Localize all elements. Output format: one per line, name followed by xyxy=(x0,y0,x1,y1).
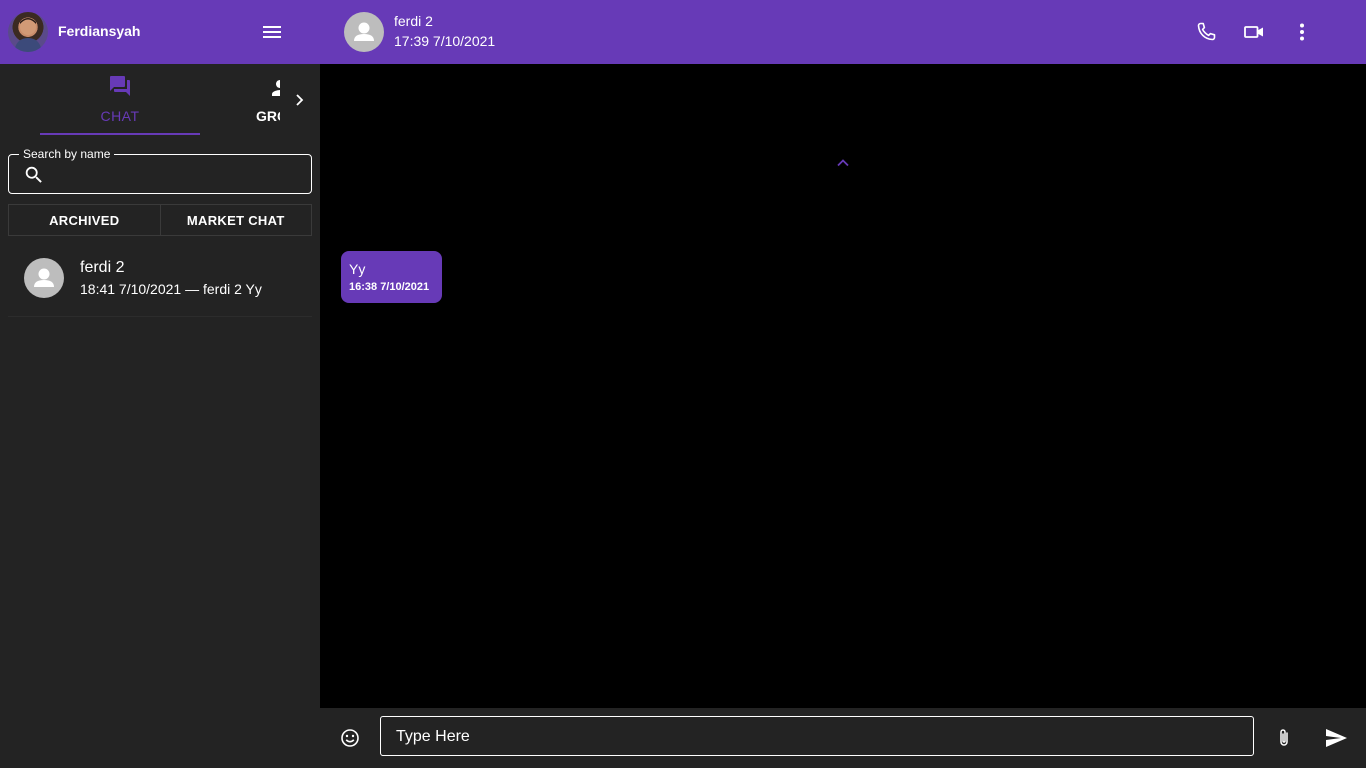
active-tab-indicator xyxy=(40,133,200,135)
archived-button[interactable]: ARCHIVED xyxy=(9,205,160,235)
avatar xyxy=(24,258,64,298)
search-input[interactable] xyxy=(53,159,307,191)
forum-icon xyxy=(110,76,130,96)
tabs-scroll-next-button[interactable] xyxy=(290,88,310,112)
voice-call-button[interactable] xyxy=(1194,20,1218,44)
tab-chat[interactable]: CHAT xyxy=(40,64,200,136)
hamburger-menu-button[interactable] xyxy=(258,20,286,44)
menu-icon xyxy=(263,26,281,38)
emoji-button[interactable] xyxy=(338,726,362,750)
chat-item-name: ferdi 2 xyxy=(80,259,125,276)
message-text: Yy xyxy=(349,261,366,277)
user-avatar[interactable] xyxy=(8,12,48,52)
person-icon xyxy=(34,268,54,287)
load-older-messages-button[interactable] xyxy=(834,154,852,172)
person-icon xyxy=(272,80,280,96)
sidebar-tabs: CHAT GRC xyxy=(0,64,320,136)
contact-avatar[interactable] xyxy=(344,12,384,52)
emoji-icon xyxy=(341,729,359,747)
more-vert-icon xyxy=(1300,23,1304,41)
tab-chat-label: CHAT xyxy=(100,108,140,124)
message-composer xyxy=(320,708,1366,768)
search-field[interactable]: Search by name xyxy=(8,147,312,194)
tab-group[interactable]: GRC xyxy=(240,64,280,136)
market-chat-button[interactable]: MARKET CHAT xyxy=(159,205,312,235)
video-camera-icon xyxy=(1244,26,1263,38)
tab-group-label: GRC xyxy=(256,108,280,124)
chat-filter-group: ARCHIVED MARKET CHAT xyxy=(8,204,312,236)
attach-file-button[interactable] xyxy=(1272,726,1296,750)
phone-icon xyxy=(1197,22,1216,41)
message-input-box[interactable] xyxy=(380,716,1254,756)
user-name: Ferdiansyah xyxy=(58,23,141,39)
chat-list-item[interactable]: ferdi 2 18:41 7/10/2021 — ferdi 2 Yy xyxy=(8,240,312,317)
send-button[interactable] xyxy=(1324,726,1348,750)
search-icon xyxy=(25,166,42,183)
contact-name: ferdi 2 xyxy=(394,13,433,29)
message-bubble[interactable]: Yy 16:38 7/10/2021 xyxy=(341,251,442,303)
conversation-header: ferdi 2 17:39 7/10/2021 xyxy=(320,0,1366,64)
send-icon xyxy=(1326,729,1347,747)
more-options-button[interactable] xyxy=(1290,20,1314,44)
sidebar: Ferdiansyah CHAT GRC Search xyxy=(0,0,320,768)
person-icon xyxy=(354,22,374,41)
sidebar-header: Ferdiansyah xyxy=(0,0,320,64)
video-call-button[interactable] xyxy=(1242,20,1266,44)
paperclip-icon xyxy=(1280,729,1288,746)
message-timestamp: 16:38 7/10/2021 xyxy=(349,281,430,293)
chevron-up-icon xyxy=(837,159,849,167)
contact-last-seen: 17:39 7/10/2021 xyxy=(394,33,496,49)
chat-item-preview: 18:41 7/10/2021 — ferdi 2 Yy xyxy=(80,281,262,297)
message-input[interactable] xyxy=(394,721,1238,753)
chevron-right-icon xyxy=(296,94,304,106)
